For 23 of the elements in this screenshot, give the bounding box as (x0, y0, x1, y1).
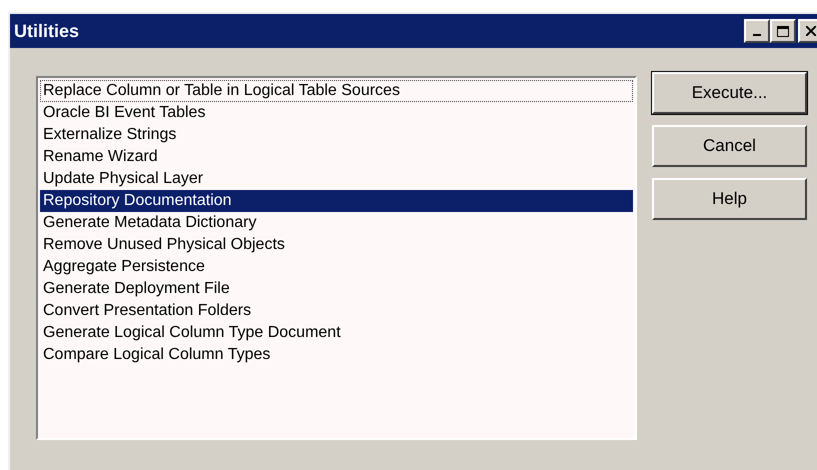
dialog-button[interactable]: Help (652, 178, 807, 220)
list-item[interactable]: Rename Wizard (40, 146, 633, 168)
list-item[interactable]: Externalize Strings (40, 124, 633, 146)
list-item[interactable]: Aggregate Persistence (40, 256, 633, 278)
list-item[interactable]: Update Physical Layer (40, 168, 633, 190)
close-icon (806, 26, 816, 36)
dialog-button[interactable]: Cancel (652, 125, 807, 167)
close-button[interactable] (798, 19, 817, 43)
list-item[interactable]: Oracle BI Event Tables (40, 102, 633, 124)
maximize-button[interactable] (770, 19, 796, 43)
list-item[interactable]: Convert Presentation Folders (40, 300, 633, 322)
minimize-button[interactable] (744, 19, 770, 43)
maximize-icon (777, 26, 789, 36)
dialog-button[interactable]: Execute... (652, 72, 807, 114)
minimize-icon (753, 34, 761, 36)
list-item[interactable]: Compare Logical Column Types (40, 344, 633, 366)
window-title: Utilities (14, 20, 80, 42)
list-item[interactable]: Generate Deployment File (40, 278, 633, 300)
list-item[interactable]: Repository Documentation (40, 190, 633, 212)
list-item[interactable]: Remove Unused Physical Objects (40, 234, 633, 256)
list-item[interactable]: Generate Logical Column Type Document (40, 322, 633, 344)
list-item[interactable]: Replace Column or Table in Logical Table Sources (40, 80, 633, 102)
list-item[interactable]: Generate Metadata Dictionary (40, 212, 633, 234)
